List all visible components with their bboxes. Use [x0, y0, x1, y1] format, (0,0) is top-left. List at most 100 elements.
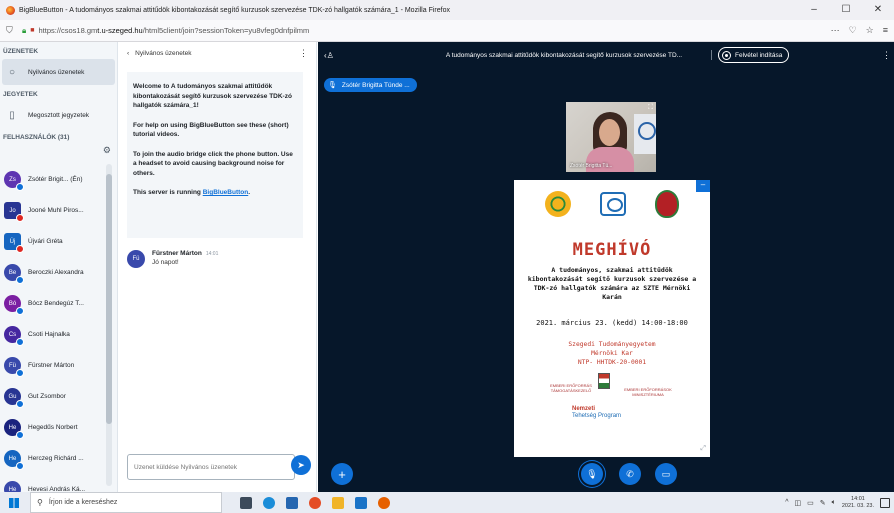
- user-name: Újvári Gréta: [28, 238, 63, 245]
- user-list-scrollbar[interactable]: [106, 164, 112, 486]
- maximize-button[interactable]: ☐: [830, 0, 862, 20]
- message-text: Jó napot!: [152, 259, 179, 266]
- windows-start-icon[interactable]: [9, 498, 19, 508]
- task-view-icon[interactable]: [240, 496, 252, 509]
- avatar: Gu: [4, 388, 24, 408]
- file-explorer-icon[interactable]: [332, 496, 344, 509]
- pen-icon[interactable]: ✎: [820, 499, 826, 507]
- window-title: BigBlueButton - A tudományos szakmai att…: [19, 6, 450, 14]
- user-name: Zsótér Brigit... (Én): [28, 176, 83, 183]
- funder-logo-1: EMBERI ERŐFORRÁS TÁMOGATÁSKEZELŐ: [550, 383, 592, 393]
- minimize-button[interactable]: –: [798, 0, 830, 20]
- avatar: Zs: [4, 171, 24, 191]
- page-actions-icon[interactable]: ⋯: [831, 25, 840, 36]
- user-row[interactable]: He Herczeg Richárd ...: [0, 443, 104, 474]
- notification-icon[interactable]: [880, 497, 890, 508]
- audio-icon: [16, 431, 24, 439]
- avatar: Fü: [127, 250, 145, 268]
- actions-button[interactable]: +: [331, 463, 353, 485]
- chevron-left-icon[interactable]: ‹: [127, 50, 129, 57]
- meeting-header: ‹♙ A tudományos szakmai attitűdök kibont…: [318, 42, 894, 68]
- expand-icon[interactable]: ⤢: [700, 445, 706, 453]
- user-row[interactable]: Be Beroczki Alexandra: [0, 257, 104, 288]
- lock-icon[interactable]: 🔒︎: [22, 26, 26, 36]
- public-chat-label: Nyilvános üzenetek: [28, 68, 85, 76]
- share-webcam-button[interactable]: ▭: [655, 463, 677, 485]
- address-bar: ⛉ 🔒︎ ■ https://csos18.gmt.u-szeged.hu/ht…: [0, 20, 894, 42]
- user-row[interactable]: He Hevesi András Ká...: [0, 474, 104, 492]
- webcam-video[interactable]: ⛶ Zsótér Brigitta Tü...: [566, 102, 656, 172]
- clock[interactable]: 14:01 2021. 03. 23.: [842, 496, 874, 510]
- shared-notes-item[interactable]: ▯ Megosztott jegyzetek: [2, 102, 115, 128]
- user-row[interactable]: Új Újvári Gréta: [0, 226, 104, 257]
- avatar: Új: [4, 233, 24, 253]
- start-recording-button[interactable]: Felvétel indítása: [718, 47, 790, 63]
- taskbar-search[interactable]: ⚲ Írjon ide a kereséshez: [30, 492, 222, 513]
- avatar: He: [4, 481, 21, 492]
- volume-icon[interactable]: 🔈︎: [832, 499, 836, 507]
- public-chat-item[interactable]: ○ Nyilvános üzenetek: [2, 59, 115, 85]
- notes-header: JEGYETEK: [3, 91, 38, 98]
- avatar: He: [4, 419, 24, 439]
- user-row[interactable]: Cs Csoti Hajnalka: [0, 319, 104, 350]
- camera-permission-icon[interactable]: ■: [30, 27, 34, 34]
- audio-icon: [16, 400, 24, 408]
- talking-name: Zsótér Brigitta Tünde ...: [341, 81, 410, 89]
- pocket-icon[interactable]: ♡: [849, 25, 857, 36]
- tray-chevron-icon[interactable]: ^: [785, 499, 788, 506]
- video-camera-icon: ▭: [661, 468, 671, 479]
- bbb-link[interactable]: BigBlueButton: [203, 189, 249, 196]
- header-divider: [711, 50, 712, 60]
- user-row[interactable]: Jo Jooné Muhl Piros...: [0, 195, 104, 226]
- mute-button[interactable]: 🎙︎: [581, 463, 603, 485]
- window-controls: – ☐ ✕: [798, 0, 894, 20]
- talking-indicator: 🎙︎ Zsótér Brigitta Tünde ...: [324, 78, 417, 92]
- shield-icon[interactable]: ⛉: [6, 25, 16, 36]
- user-name: Hegedűs Norbert: [28, 424, 78, 431]
- welcome-title: Welcome to A tudományos szakmai attitűdö…: [133, 83, 292, 109]
- user-row[interactable]: Bó Bócz Bendegúz T...: [0, 288, 104, 319]
- edge-icon[interactable]: [263, 496, 275, 509]
- user-row[interactable]: Fü Fürstner Márton: [0, 350, 104, 381]
- chrome-icon[interactable]: [309, 496, 321, 509]
- coat-of-arms-icon: [598, 373, 610, 389]
- gear-icon[interactable]: ⚙: [103, 145, 111, 156]
- welcome-audio: To join the audio bridge click the phone…: [133, 150, 293, 177]
- wall-sign: [634, 114, 656, 154]
- browser-titlebar: BigBlueButton - A tudományos szakmai att…: [0, 0, 894, 20]
- menu-icon[interactable]: ≡: [883, 25, 888, 36]
- battery-icon[interactable]: ▭: [807, 499, 814, 507]
- scrollbar-thumb[interactable]: [106, 174, 112, 424]
- fullscreen-icon[interactable]: ⛶: [648, 104, 653, 112]
- user-name: Beroczki Alexandra: [28, 269, 84, 276]
- note-icon: ▯: [9, 109, 15, 121]
- chat-header[interactable]: ‹ Nyilvános üzenetek ⋮: [119, 42, 316, 64]
- audio-icon: [16, 338, 24, 346]
- webcam-caption: Zsótér Brigitta Tü...: [570, 163, 613, 169]
- send-button[interactable]: ➤: [291, 455, 311, 475]
- firefox-taskbar-icon[interactable]: [378, 496, 390, 509]
- network-icon[interactable]: ◫: [795, 499, 802, 507]
- mail-icon[interactable]: [355, 496, 367, 509]
- user-row[interactable]: Zs Zsótér Brigit... (Én): [0, 164, 104, 195]
- send-icon: ➤: [297, 459, 305, 470]
- user-row[interactable]: He Hegedűs Norbert: [0, 412, 104, 443]
- user-name: Gut Zsombor: [28, 393, 66, 400]
- user-row[interactable]: Gu Gut Zsombor: [0, 381, 104, 412]
- users-toggle-icon[interactable]: ‹♙: [324, 51, 334, 60]
- bookmark-star-icon[interactable]: ☆: [866, 25, 874, 36]
- url-field[interactable]: https://csos18.gmt.u-szeged.hu/html5clie…: [39, 26, 310, 35]
- user-name: Csoti Hajnalka: [28, 331, 70, 338]
- university-logo: [544, 191, 571, 217]
- shared-notes-label: Megosztott jegyzetek: [28, 111, 90, 119]
- leave-audio-button[interactable]: ✆: [619, 463, 641, 485]
- chat-panel: ‹ Nyilvános üzenetek ⋮ Welcome to A tudo…: [119, 42, 317, 492]
- close-button[interactable]: ✕: [862, 0, 894, 20]
- audio-icon: [16, 276, 24, 284]
- options-icon[interactable]: ⋮: [882, 50, 891, 61]
- chat-message: Fü Fürstner Márton 14:01 Jó napot!: [127, 250, 218, 268]
- store-icon[interactable]: [286, 496, 298, 509]
- chat-input[interactable]: [127, 454, 295, 480]
- muted-audio-icon: [16, 214, 24, 222]
- more-icon[interactable]: ⋮: [299, 48, 308, 59]
